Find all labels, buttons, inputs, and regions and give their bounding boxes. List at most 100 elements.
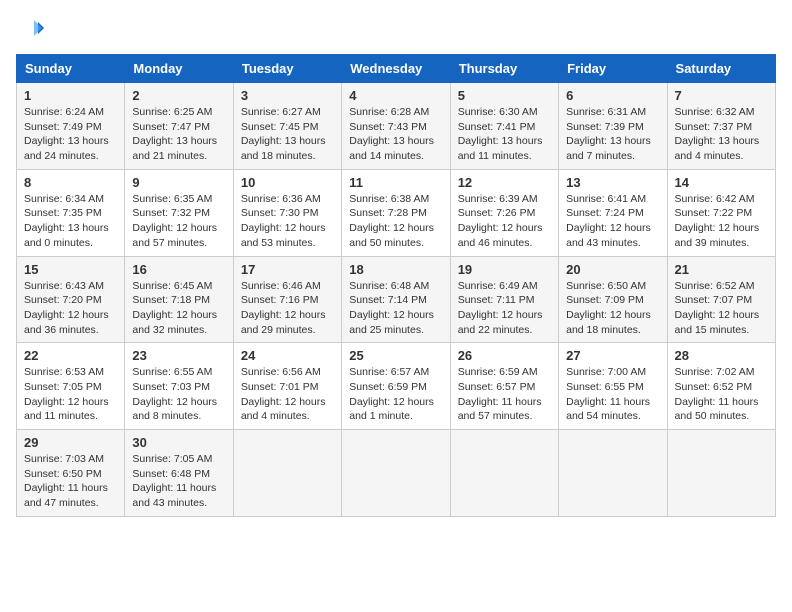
day-number: 11	[349, 175, 442, 190]
cell-info: Sunrise: 7:05 AMSunset: 6:48 PMDaylight:…	[132, 453, 216, 509]
day-number: 29	[24, 435, 117, 450]
calendar-cell: 30Sunrise: 7:05 AMSunset: 6:48 PMDayligh…	[125, 430, 233, 517]
calendar-cell: 6 Sunrise: 6:31 AMSunset: 7:39 PMDaylight…	[559, 83, 667, 170]
col-thursday: Thursday	[450, 55, 558, 83]
cell-info: Sunrise: 6:46 AMSunset: 7:16 PMDaylight:…	[241, 280, 326, 336]
day-number: 6	[566, 88, 659, 103]
calendar-cell: 29 Sunrise: 7:03 AMSunset: 6:50 PMDayligh…	[17, 430, 125, 517]
cell-info: Sunrise: 6:45 AMSunset: 7:18 PMDaylight:…	[132, 280, 217, 336]
col-saturday: Saturday	[667, 55, 775, 83]
cell-info: Sunrise: 7:02 AMSunset: 6:52 PMDaylight:…	[675, 366, 759, 422]
cell-info: Sunrise: 6:43 AMSunset: 7:20 PMDaylight:…	[24, 280, 109, 336]
day-number: 23	[132, 348, 225, 363]
day-number: 7	[675, 88, 768, 103]
day-number: 5	[458, 88, 551, 103]
day-number: 24	[241, 348, 334, 363]
cell-info: Sunrise: 6:42 AMSunset: 7:22 PMDaylight:…	[675, 193, 760, 249]
day-number: 1	[24, 88, 117, 103]
calendar-cell: 20Sunrise: 6:50 AMSunset: 7:09 PMDayligh…	[559, 256, 667, 343]
calendar-week-row: 29 Sunrise: 7:03 AMSunset: 6:50 PMDayligh…	[17, 430, 776, 517]
day-number: 22	[24, 348, 117, 363]
calendar-cell: 11 Sunrise: 6:38 AMSunset: 7:28 PMDayligh…	[342, 169, 450, 256]
cell-info: Sunrise: 7:00 AMSunset: 6:55 PMDaylight:…	[566, 366, 650, 422]
day-number: 21	[675, 262, 768, 277]
day-number: 9	[132, 175, 225, 190]
day-number: 18	[349, 262, 442, 277]
cell-info: Sunrise: 6:31 AMSunset: 7:39 PMDaylight:…	[566, 106, 651, 162]
calendar-cell: 13 Sunrise: 6:41 AMSunset: 7:24 PMDayligh…	[559, 169, 667, 256]
cell-info: Sunrise: 6:59 AMSunset: 6:57 PMDaylight:…	[458, 366, 542, 422]
calendar-cell: 9 Sunrise: 6:35 AMSunset: 7:32 PMDaylight…	[125, 169, 233, 256]
calendar-cell: 5 Sunrise: 6:30 AMSunset: 7:41 PMDaylight…	[450, 83, 558, 170]
cell-info: Sunrise: 6:25 AMSunset: 7:47 PMDaylight:…	[132, 106, 217, 162]
cell-info: Sunrise: 6:41 AMSunset: 7:24 PMDaylight:…	[566, 193, 651, 249]
day-number: 8	[24, 175, 117, 190]
logo-icon	[16, 16, 44, 44]
col-wednesday: Wednesday	[342, 55, 450, 83]
calendar-cell: 28 Sunrise: 7:02 AMSunset: 6:52 PMDayligh…	[667, 343, 775, 430]
cell-info: Sunrise: 6:28 AMSunset: 7:43 PMDaylight:…	[349, 106, 434, 162]
day-number: 26	[458, 348, 551, 363]
calendar-cell: 16 Sunrise: 6:45 AMSunset: 7:18 PMDayligh…	[125, 256, 233, 343]
day-number: 19	[458, 262, 551, 277]
cell-info: Sunrise: 6:30 AMSunset: 7:41 PMDaylight:…	[458, 106, 543, 162]
day-number: 25	[349, 348, 442, 363]
cell-info: Sunrise: 6:35 AMSunset: 7:32 PMDaylight:…	[132, 193, 217, 249]
calendar-cell: 12 Sunrise: 6:39 AMSunset: 7:26 PMDayligh…	[450, 169, 558, 256]
cell-info: Sunrise: 6:48 AMSunset: 7:14 PMDaylight:…	[349, 280, 434, 336]
page-header	[16, 16, 776, 44]
day-number: 27	[566, 348, 659, 363]
calendar-cell: 23 Sunrise: 6:55 AMSunset: 7:03 PMDayligh…	[125, 343, 233, 430]
day-number: 17	[241, 262, 334, 277]
calendar-cell	[559, 430, 667, 517]
day-number: 12	[458, 175, 551, 190]
calendar-week-row: 8 Sunrise: 6:34 AMSunset: 7:35 PMDaylight…	[17, 169, 776, 256]
cell-info: Sunrise: 6:36 AMSunset: 7:30 PMDaylight:…	[241, 193, 326, 249]
calendar-cell: 21 Sunrise: 6:52 AMSunset: 7:07 PMDayligh…	[667, 256, 775, 343]
cell-info: Sunrise: 6:56 AMSunset: 7:01 PMDaylight:…	[241, 366, 326, 422]
cell-info: Sunrise: 6:32 AMSunset: 7:37 PMDaylight:…	[675, 106, 760, 162]
cell-info: Sunrise: 6:49 AMSunset: 7:11 PMDaylight:…	[458, 280, 543, 336]
cell-info: Sunrise: 6:34 AMSunset: 7:35 PMDaylight:…	[24, 193, 109, 249]
cell-info: Sunrise: 7:03 AMSunset: 6:50 PMDaylight:…	[24, 453, 108, 509]
day-number: 3	[241, 88, 334, 103]
calendar-cell: 26 Sunrise: 6:59 AMSunset: 6:57 PMDayligh…	[450, 343, 558, 430]
col-sunday: Sunday	[17, 55, 125, 83]
calendar-cell: 25 Sunrise: 6:57 AMSunset: 6:59 PMDayligh…	[342, 343, 450, 430]
calendar-cell: 3 Sunrise: 6:27 AMSunset: 7:45 PMDaylight…	[233, 83, 341, 170]
header-row: Sunday Monday Tuesday Wednesday Thursday…	[17, 55, 776, 83]
calendar-week-row: 15 Sunrise: 6:43 AMSunset: 7:20 PMDayligh…	[17, 256, 776, 343]
cell-info: Sunrise: 6:52 AMSunset: 7:07 PMDaylight:…	[675, 280, 760, 336]
calendar-cell: 22 Sunrise: 6:53 AMSunset: 7:05 PMDayligh…	[17, 343, 125, 430]
calendar-cell	[233, 430, 341, 517]
day-number: 10	[241, 175, 334, 190]
day-number: 14	[675, 175, 768, 190]
cell-info: Sunrise: 6:38 AMSunset: 7:28 PMDaylight:…	[349, 193, 434, 249]
calendar-cell	[342, 430, 450, 517]
day-number: 15	[24, 262, 117, 277]
calendar-cell: 24 Sunrise: 6:56 AMSunset: 7:01 PMDayligh…	[233, 343, 341, 430]
cell-info: Sunrise: 6:27 AMSunset: 7:45 PMDaylight:…	[241, 106, 326, 162]
calendar-week-row: 1Sunrise: 6:24 AMSunset: 7:49 PMDaylight…	[17, 83, 776, 170]
calendar-cell: 10 Sunrise: 6:36 AMSunset: 7:30 PMDayligh…	[233, 169, 341, 256]
cell-info: Sunrise: 6:57 AMSunset: 6:59 PMDaylight:…	[349, 366, 434, 422]
logo	[16, 16, 46, 44]
calendar-cell: 8 Sunrise: 6:34 AMSunset: 7:35 PMDaylight…	[17, 169, 125, 256]
calendar-cell: 4Sunrise: 6:28 AMSunset: 7:43 PMDaylight…	[342, 83, 450, 170]
day-number: 13	[566, 175, 659, 190]
cell-info: Sunrise: 6:39 AMSunset: 7:26 PMDaylight:…	[458, 193, 543, 249]
calendar-cell: 7 Sunrise: 6:32 AMSunset: 7:37 PMDaylight…	[667, 83, 775, 170]
cell-info: Sunrise: 6:55 AMSunset: 7:03 PMDaylight:…	[132, 366, 217, 422]
calendar-cell	[450, 430, 558, 517]
calendar-cell: 2Sunrise: 6:25 AMSunset: 7:47 PMDaylight…	[125, 83, 233, 170]
col-monday: Monday	[125, 55, 233, 83]
calendar-table: Sunday Monday Tuesday Wednesday Thursday…	[16, 54, 776, 517]
col-tuesday: Tuesday	[233, 55, 341, 83]
calendar-cell: 18 Sunrise: 6:48 AMSunset: 7:14 PMDayligh…	[342, 256, 450, 343]
cell-info: Sunrise: 6:53 AMSunset: 7:05 PMDaylight:…	[24, 366, 109, 422]
day-number: 16	[132, 262, 225, 277]
calendar-cell: 14 Sunrise: 6:42 AMSunset: 7:22 PMDayligh…	[667, 169, 775, 256]
calendar-week-row: 22 Sunrise: 6:53 AMSunset: 7:05 PMDayligh…	[17, 343, 776, 430]
day-number: 28	[675, 348, 768, 363]
cell-info: Sunrise: 6:50 AMSunset: 7:09 PMDaylight:…	[566, 280, 651, 336]
